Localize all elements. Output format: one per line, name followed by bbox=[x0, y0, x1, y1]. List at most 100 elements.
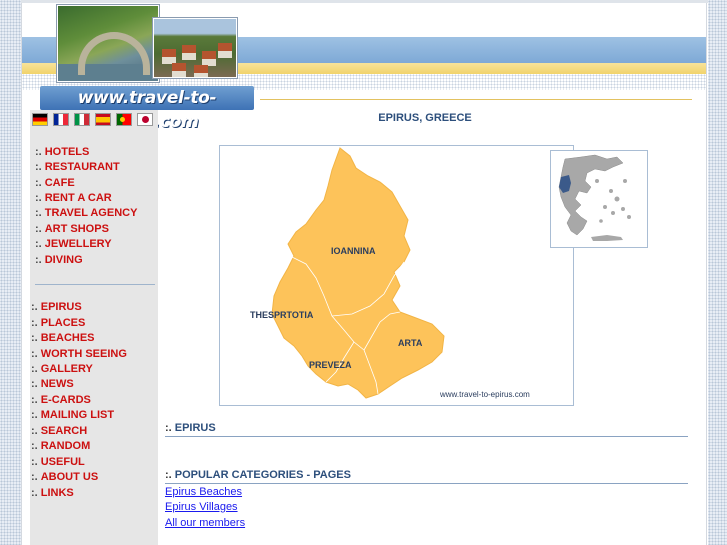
map-label-ioannina: IOANNINA bbox=[331, 246, 376, 256]
site-logo[interactable]: www.travel-to-epirus.com bbox=[40, 86, 254, 132]
nav-bullet: :. bbox=[31, 301, 38, 313]
nav-item-mailing-list[interactable]: :. MAILING LIST bbox=[31, 408, 114, 423]
nav-item-worth-seeing[interactable]: :. WORTH SEEING bbox=[31, 347, 127, 362]
greece-inset-map bbox=[550, 150, 648, 248]
village-photo bbox=[153, 18, 237, 78]
nav-item-search[interactable]: :. SEARCH bbox=[31, 424, 87, 439]
nav-bullet: :. bbox=[31, 378, 38, 390]
portuguese-flag-icon[interactable] bbox=[117, 114, 131, 125]
left-frame-pattern bbox=[0, 0, 21, 545]
nav-bullet: :. bbox=[35, 177, 42, 189]
nav-bullet: :. bbox=[35, 192, 42, 204]
right-frame-border bbox=[706, 3, 707, 545]
map-label-preveza: PREVEZA bbox=[309, 360, 352, 370]
nav-label: GALLERY bbox=[40, 363, 93, 375]
nav-bullet: :. bbox=[35, 238, 42, 250]
nav-item-about-us[interactable]: :. ABOUT US bbox=[31, 470, 98, 485]
nav-label: PLACES bbox=[40, 317, 86, 329]
nav-bullet: :. bbox=[31, 487, 38, 499]
nav-label: LINKS bbox=[40, 487, 74, 499]
nav-item-links[interactable]: :. LINKS bbox=[31, 486, 74, 501]
greece-inset-svg bbox=[558, 154, 631, 241]
section-popular-heading: :. POPULAR CATEGORIES - PAGES bbox=[165, 468, 351, 482]
map-label-thesprotia: THESPRTOTIA bbox=[250, 310, 314, 320]
nav-label: NEWS bbox=[40, 378, 74, 390]
section-epirus-heading: :. EPIRUS bbox=[165, 421, 216, 435]
nav-label: EPIRUS bbox=[40, 301, 82, 313]
map-label-arta: ARTA bbox=[398, 338, 423, 348]
nav-item-beaches[interactable]: :. BEACHES bbox=[31, 331, 95, 346]
section-label: EPIRUS bbox=[174, 422, 216, 434]
nav-bullet: :. bbox=[35, 207, 42, 219]
header-divider bbox=[260, 99, 692, 100]
nav-label: E-CARDS bbox=[40, 394, 91, 406]
nav-item-places[interactable]: :. PLACES bbox=[31, 316, 85, 331]
spanish-flag-icon[interactable] bbox=[96, 114, 110, 125]
nav-item-useful[interactable]: :. USEFUL bbox=[31, 455, 85, 470]
nav-item-random[interactable]: :. RANDOM bbox=[31, 439, 90, 454]
nav-item-gallery[interactable]: :. GALLERY bbox=[31, 362, 93, 377]
nav-item-restaurant[interactable]: :. RESTAURANT bbox=[35, 160, 120, 175]
nav-item-travel-agency[interactable]: :. TRAVEL AGENCY bbox=[35, 206, 137, 221]
nav-label: SEARCH bbox=[40, 425, 88, 437]
nav-label: RANDOM bbox=[40, 440, 91, 452]
section-divider bbox=[165, 436, 688, 437]
right-frame-pattern bbox=[708, 0, 727, 545]
nav-item-rent-a-car[interactable]: :. RENT A CAR bbox=[35, 191, 112, 206]
nav-item-diving[interactable]: :. DIVING bbox=[35, 253, 83, 268]
nav-bullet: :. bbox=[31, 317, 38, 329]
nav-label: HOTELS bbox=[44, 146, 90, 158]
section-label: POPULAR CATEGORIES - PAGES bbox=[174, 469, 351, 481]
nav-bullet: :. bbox=[35, 223, 42, 235]
nav-label: TRAVEL AGENCY bbox=[44, 207, 138, 219]
nav-label: JEWELLERY bbox=[44, 238, 112, 250]
nav-item-hotels[interactable]: :. HOTELS bbox=[35, 145, 89, 160]
nav-separator bbox=[35, 284, 155, 285]
epirus-map-svg bbox=[271, 147, 445, 399]
nav-bullet: :. bbox=[31, 456, 38, 468]
nav-bullet: :. bbox=[31, 363, 38, 375]
nav-bullet: :. bbox=[35, 254, 42, 266]
nav-bullet: :. bbox=[31, 440, 38, 452]
nav-bullet: :. bbox=[31, 332, 38, 344]
link-epirus-beaches[interactable]: Epirus Beaches bbox=[165, 485, 242, 499]
nav-label: MAILING LIST bbox=[40, 409, 115, 421]
nav-label: DIVING bbox=[44, 254, 83, 266]
top-frame-border bbox=[21, 0, 708, 3]
nav-bullet: :. bbox=[35, 146, 42, 158]
nav-item-cafe[interactable]: :. CAFE bbox=[35, 176, 75, 191]
link-epirus-villages[interactable]: Epirus Villages bbox=[165, 500, 238, 514]
nav-item-epirus[interactable]: :. EPIRUS bbox=[31, 300, 82, 315]
nav-item-e-cards[interactable]: :. E-CARDS bbox=[31, 393, 91, 408]
epirus-map[interactable] bbox=[219, 145, 574, 406]
nav-label: CAFE bbox=[44, 177, 75, 189]
nav-bullet: :. bbox=[31, 425, 38, 437]
section-divider bbox=[165, 483, 688, 484]
japanese-flag-icon[interactable] bbox=[138, 114, 152, 125]
section-bullet: :. bbox=[165, 469, 172, 481]
nav-label: USEFUL bbox=[40, 456, 85, 468]
nav-item-jewellery[interactable]: :. JEWELLERY bbox=[35, 237, 112, 252]
nav-bullet: :. bbox=[31, 394, 38, 406]
nav-label: BEACHES bbox=[40, 332, 95, 344]
german-flag-icon[interactable] bbox=[33, 114, 47, 125]
nav-label: WORTH SEEING bbox=[40, 348, 127, 360]
page-title: EPIRUS, GREECE bbox=[378, 112, 472, 124]
nav-label: RENT A CAR bbox=[44, 192, 112, 204]
nav-label: ABOUT US bbox=[40, 471, 99, 483]
nav-item-art-shops[interactable]: :. ART SHOPS bbox=[35, 222, 109, 237]
stone-bridge-photo bbox=[57, 5, 159, 82]
nav-item-news[interactable]: :. NEWS bbox=[31, 377, 74, 392]
greece-mainland-shape bbox=[558, 154, 624, 236]
nav-label: RESTAURANT bbox=[44, 161, 120, 173]
map-watermark: www.travel-to-epirus.com bbox=[440, 390, 530, 399]
nav-bullet: :. bbox=[31, 409, 38, 421]
italian-flag-icon[interactable] bbox=[75, 114, 89, 125]
epirus-region-shape bbox=[271, 147, 445, 399]
nav-bullet: :. bbox=[35, 161, 42, 173]
crete-shape bbox=[591, 235, 623, 241]
link-all-members[interactable]: All our members bbox=[165, 516, 245, 530]
french-flag-icon[interactable] bbox=[54, 114, 68, 125]
nav-bullet: :. bbox=[31, 348, 38, 360]
nav-bullet: :. bbox=[31, 471, 38, 483]
